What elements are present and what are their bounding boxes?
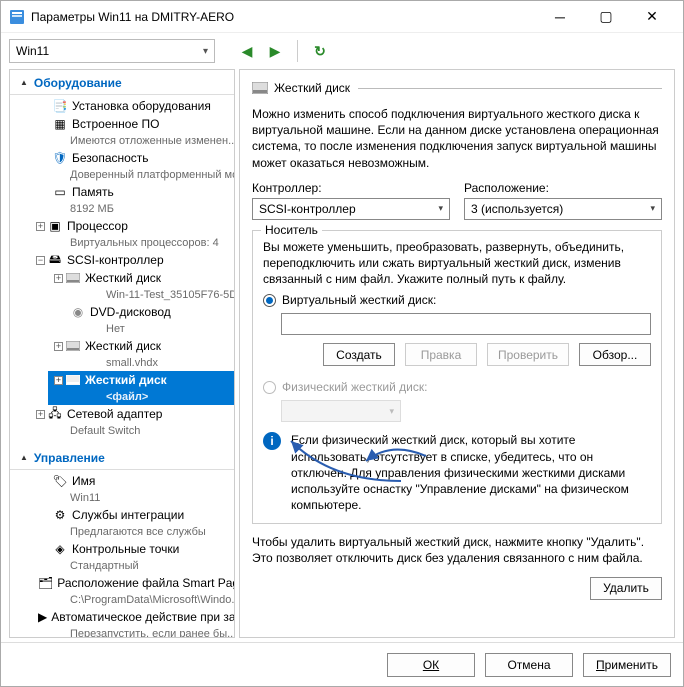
toolbar: Win11 ▾ ◀ ▶ ↻	[1, 33, 683, 69]
radio-physical-disk: Физический жесткий диск:	[263, 380, 651, 394]
delete-description: Чтобы удалить виртуальный жесткий диск, …	[252, 534, 662, 566]
info-icon: i	[263, 432, 281, 450]
node-network[interactable]: +🖧Сетевой адаптер Default Switch	[10, 405, 234, 439]
hard-disk-icon	[252, 80, 268, 96]
check-button: Проверить	[487, 343, 569, 366]
node-auto-start[interactable]: ▶Автоматическое действие при за... Перез…	[10, 608, 234, 638]
panel-description: Можно изменить способ подключения виртуа…	[252, 106, 662, 171]
media-legend: Носитель	[261, 223, 322, 237]
location-label: Расположение:	[464, 181, 662, 195]
physical-disk-info: Если физический жесткий диск, который вы…	[291, 432, 651, 513]
controller-label: Контроллер:	[252, 181, 450, 195]
vm-selector[interactable]: Win11 ▾	[9, 39, 215, 63]
node-memory[interactable]: ▭Память 8192 МБ	[10, 183, 234, 217]
node-cpu[interactable]: +▣Процессор Виртуальных процессоров: 4	[10, 217, 234, 251]
dialog-footer: ОК Отмена Применить	[1, 642, 683, 686]
nav-back-button[interactable]: ◀	[237, 41, 257, 61]
location-combo[interactable]: 3 (используется) ▾	[464, 198, 662, 220]
minimize-button[interactable]: ─	[537, 1, 583, 33]
management-tree: 🏷Имя Win11 ⚙Службы интеграции Предлагают…	[10, 470, 234, 638]
edit-button: Правка	[405, 343, 477, 366]
content-panel: Жесткий диск Можно изменить способ подкл…	[239, 69, 675, 638]
node-name[interactable]: 🏷Имя Win11	[10, 472, 234, 506]
window-title: Параметры Win11 на DMITRY-AERO	[31, 10, 537, 24]
node-integration[interactable]: ⚙Службы интеграции Предлагаются все служ…	[10, 506, 234, 540]
separator	[297, 40, 298, 62]
radio-icon	[263, 381, 276, 394]
app-icon	[9, 9, 25, 25]
apply-suffix: рименить	[605, 658, 658, 672]
node-hd1[interactable]: +Жесткий диск Win-11-Test_35105F76-5D9D-	[10, 269, 234, 303]
new-button[interactable]: Создать	[323, 343, 395, 366]
cancel-button[interactable]: Отмена	[485, 653, 573, 677]
nav-buttons: ◀ ▶ ↻	[237, 40, 330, 62]
hardware-tree: 📑Установка оборудования ▦Встроенное ПО И…	[10, 95, 234, 445]
delete-button[interactable]: Удалить	[590, 577, 662, 600]
node-hd2[interactable]: +Жесткий диск small.vhdx	[10, 337, 234, 371]
maximize-button[interactable]: ▢	[583, 1, 629, 33]
node-security[interactable]: 🛡Безопасность Доверенный платформенный м…	[10, 149, 234, 183]
node-scsi[interactable]: −🖴SCSI-контроллер	[10, 251, 234, 269]
settings-window: Параметры Win11 на DMITRY-AERO ─ ▢ ✕ Win…	[0, 0, 684, 687]
node-firmware[interactable]: ▦Встроенное ПО Имеются отложенные измене…	[10, 115, 234, 149]
media-description: Вы можете уменьшить, преобразовать, разв…	[263, 239, 651, 288]
node-smart-paging[interactable]: 🗂Расположение файла Smart Pagi... C:\Pro…	[10, 574, 234, 608]
node-dvd[interactable]: ◉DVD-дисковод Нет	[10, 303, 234, 337]
radio-icon	[263, 294, 276, 307]
radio-virtual-disk[interactable]: Виртуальный жесткий диск:	[263, 293, 651, 307]
vm-selector-value: Win11	[16, 44, 49, 58]
node-checkpoints[interactable]: ◈Контрольные точки Стандартный	[10, 540, 234, 574]
chevron-down-icon: ▾	[438, 203, 443, 214]
titlebar: Параметры Win11 на DMITRY-AERO ─ ▢ ✕	[1, 1, 683, 33]
ok-button[interactable]: ОК	[387, 653, 475, 677]
panel-header: Жесткий диск	[252, 80, 662, 96]
section-hardware[interactable]: Оборудование	[10, 70, 234, 95]
chevron-down-icon: ▾	[650, 203, 655, 214]
chevron-down-icon: ▾	[203, 46, 208, 57]
media-fieldset: Носитель Вы можете уменьшить, преобразов…	[252, 230, 662, 525]
node-hd3-selected[interactable]: +Жесткий диск <файл>	[10, 371, 234, 405]
section-management[interactable]: Управление	[10, 445, 234, 470]
nav-forward-button[interactable]: ▶	[265, 41, 285, 61]
panel-title: Жесткий диск	[274, 81, 350, 95]
body: Оборудование 📑Установка оборудования ▦Вс…	[1, 69, 683, 642]
apply-button[interactable]: Применить	[583, 653, 671, 677]
physical-disk-combo: ▾	[281, 400, 401, 422]
sidebar: Оборудование 📑Установка оборудования ▦Вс…	[9, 69, 235, 638]
close-button[interactable]: ✕	[629, 1, 675, 33]
refresh-button[interactable]: ↻	[310, 41, 330, 61]
node-add-hardware[interactable]: 📑Установка оборудования	[10, 97, 234, 115]
browse-button[interactable]: Обзор...	[579, 343, 651, 366]
chevron-down-icon: ▾	[389, 406, 394, 417]
vhd-path-input[interactable]	[281, 313, 651, 335]
controller-combo[interactable]: SCSI-контроллер ▾	[252, 198, 450, 220]
